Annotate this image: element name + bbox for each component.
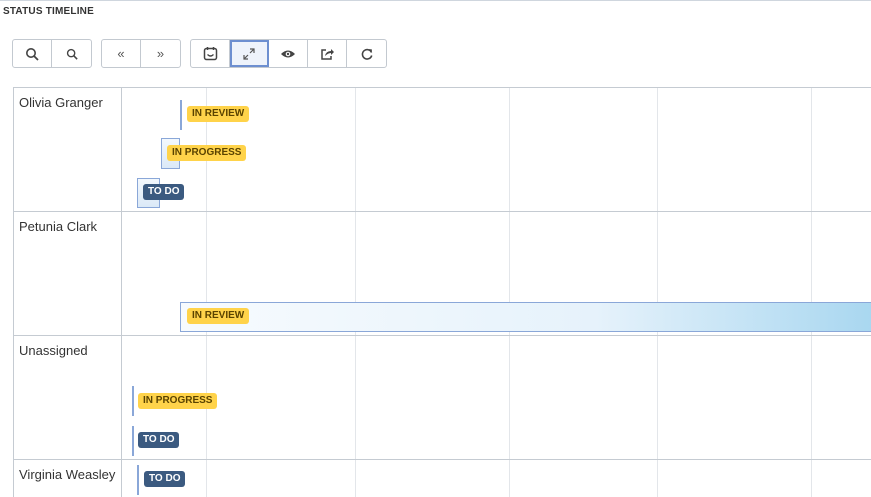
timeline-marker	[132, 386, 134, 416]
grid-line	[509, 88, 510, 497]
grid-line	[811, 88, 812, 497]
share-icon	[320, 48, 334, 60]
row-divider	[14, 459, 871, 460]
view-button[interactable]	[269, 40, 308, 67]
status-badge-to-do[interactable]: TO DO	[143, 184, 185, 200]
share-button[interactable]	[308, 40, 347, 67]
calendar-icon	[203, 47, 217, 61]
timeline-marker	[180, 100, 182, 130]
row-label-unassigned: Unassigned	[19, 343, 88, 358]
status-badge-in-review[interactable]: IN REVIEW	[187, 308, 250, 324]
eye-icon	[281, 50, 295, 57]
zoom-in-icon	[26, 47, 39, 61]
grid-line	[657, 88, 658, 497]
view-group	[190, 39, 387, 68]
status-badge-in-progress[interactable]: IN PROGRESS	[138, 393, 218, 409]
next-icon: »	[156, 46, 165, 61]
row-divider	[14, 211, 871, 212]
status-badge-in-review[interactable]: IN REVIEW	[187, 106, 250, 122]
row-label-olivia-granger: Olivia Granger	[19, 95, 103, 110]
row-label-petunia-clark: Petunia Clark	[19, 219, 98, 234]
page-title: STATUS TIMELINE	[3, 6, 94, 17]
refresh-icon	[361, 48, 372, 60]
zoom-group	[12, 39, 92, 68]
grid-line	[355, 88, 356, 497]
status-badge-in-progress[interactable]: IN PROGRESS	[167, 145, 247, 161]
zoom-in-button[interactable]	[13, 40, 52, 67]
fit-button[interactable]	[230, 40, 269, 67]
row-label-virginia-weasley: Virginia Weasley	[19, 467, 116, 482]
timeline-marker	[137, 465, 139, 495]
prev-icon: «	[117, 46, 125, 61]
calendar-button[interactable]	[191, 40, 230, 67]
timeline-bar[interactable]	[180, 302, 871, 332]
timeline-marker	[132, 426, 134, 456]
fit-icon	[243, 47, 255, 60]
next-button[interactable]: »	[141, 40, 180, 67]
status-badge-to-do[interactable]: TO DO	[144, 471, 186, 487]
zoom-out-button[interactable]	[52, 40, 91, 67]
row-divider	[14, 335, 871, 336]
navigation-group: « »	[101, 39, 181, 68]
refresh-button[interactable]	[347, 40, 386, 67]
zoom-out-icon	[66, 48, 78, 60]
top-divider	[0, 0, 871, 1]
status-badge-to-do[interactable]: TO DO	[138, 432, 180, 448]
name-column-divider	[121, 88, 122, 497]
previous-button[interactable]: «	[102, 40, 141, 67]
timeline-grid: Olivia Granger IN REVIEW IN PROGRESS TO …	[13, 87, 871, 497]
